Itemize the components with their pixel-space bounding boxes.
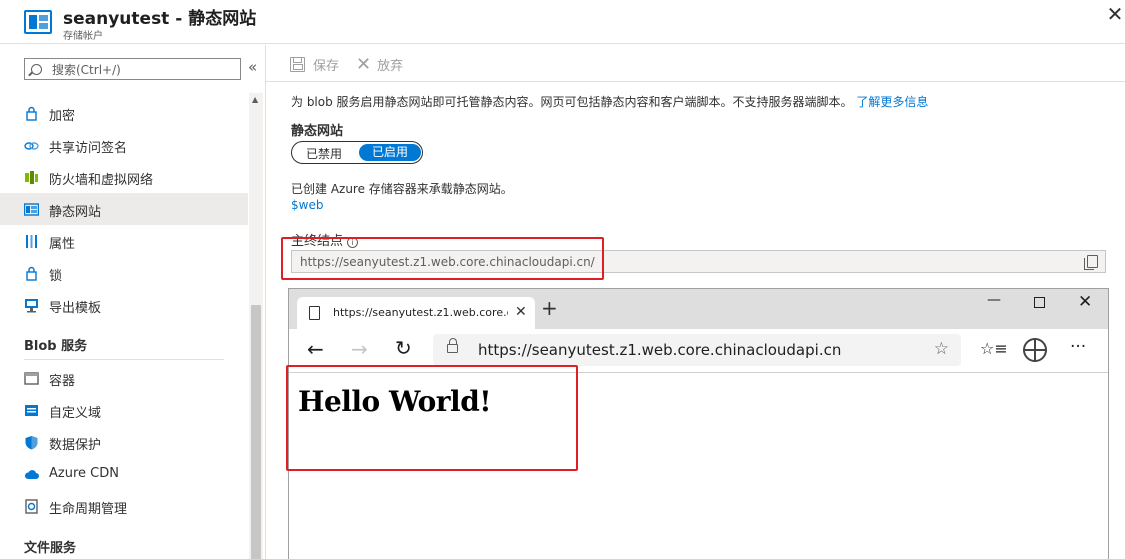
export-template-icon [25, 299, 38, 313]
sidebar-item-static-website[interactable]: 静态网站 [0, 193, 248, 225]
link-icon [24, 142, 39, 150]
tab-title: https://seanyutest.z1.web.core.chinaclou… [333, 306, 508, 319]
window-close-icon[interactable]: ✕ [1078, 292, 1092, 312]
page-title: seanyutest - 静态网站 [63, 9, 257, 29]
section-header-blob: Blob 服务 [24, 339, 88, 354]
static-website-toggle[interactable]: 已禁用 已启用 [291, 141, 423, 164]
minimize-icon[interactable]: — [987, 292, 1001, 308]
lock-icon [26, 266, 37, 281]
static-website-icon [24, 10, 52, 34]
command-bar: 保存 ✕ 放弃 [266, 45, 1125, 82]
search-icon [31, 63, 42, 75]
cloud-icon [24, 470, 39, 479]
web-container-link[interactable]: $web [291, 198, 323, 212]
page-icon [309, 306, 320, 320]
section-divider [24, 359, 224, 360]
browser-titlebar: https://seanyutest.z1.web.core.chinaclou… [289, 289, 1108, 329]
sidebar-item-containers[interactable]: 容器 [0, 362, 248, 394]
lock-icon [26, 106, 37, 121]
sidebar-item-label: 导出模板 [49, 301, 102, 316]
browser-tab[interactable]: https://seanyutest.z1.web.core.chinaclou… [297, 297, 535, 329]
search-input[interactable]: 搜索(Ctrl+/) [24, 58, 241, 80]
website-icon [24, 203, 39, 216]
sidebar-item-label: 数据保护 [49, 438, 102, 453]
learn-more-link[interactable]: 了解更多信息 [856, 95, 928, 109]
sidebar-item-lifecycle[interactable]: 生命周期管理 [0, 490, 248, 522]
highlight-box-hello [286, 365, 578, 471]
maximize-icon[interactable] [1034, 297, 1045, 308]
favorites-icon[interactable]: ☆≡ [980, 339, 1008, 358]
container-created-text: 已创建 Azure 存储容器来承载静态网站。 [291, 182, 513, 196]
toggle-enabled-option[interactable]: 已启用 [359, 144, 421, 161]
discard-button[interactable]: ✕ 放弃 [356, 54, 404, 75]
description: 为 blob 服务启用静态网站即可托管静态内容。网页可包括静态内容和客户端脚本。… [291, 93, 928, 110]
sidebar-item-label: 共享访问签名 [49, 141, 128, 156]
sidebar-item-firewall[interactable]: 防火墙和虚拟网络 [0, 161, 248, 193]
copy-icon[interactable] [1084, 255, 1098, 270]
save-button[interactable]: 保存 [290, 55, 339, 74]
back-icon[interactable]: ← [307, 337, 324, 361]
properties-icon [26, 235, 37, 248]
sidebar-item-locks[interactable]: 锁 [0, 257, 248, 289]
tab-close-icon[interactable]: ✕ [515, 304, 527, 320]
discard-label: 放弃 [377, 59, 404, 74]
sidebar-item-data-protection[interactable]: 数据保护 [0, 426, 248, 458]
sidebar-item-label: 自定义域 [49, 406, 102, 421]
sidebar-item-label: 容器 [49, 374, 76, 389]
sidebar-item-label: 加密 [49, 109, 76, 124]
favorite-star-icon[interactable]: ☆ [934, 339, 949, 359]
lifecycle-icon [25, 499, 38, 514]
sidebar: 搜索(Ctrl+/) « ▲ 加密 共享访问签名 防火墙和虚拟网络 静态网站 属… [0, 45, 266, 559]
address-url[interactable]: https://seanyutest.z1.web.core.chinaclou… [478, 341, 841, 359]
section-header-file: 文件服务 [24, 541, 77, 556]
highlight-box-endpoint [281, 237, 604, 280]
lock-icon[interactable] [447, 338, 458, 353]
scrollbar-thumb[interactable] [251, 305, 261, 559]
sidebar-item-label: 属性 [49, 237, 76, 252]
toggle-disabled-option[interactable]: 已禁用 [306, 145, 342, 162]
sidebar-item-label: 锁 [49, 269, 63, 284]
blade-header: seanyutest - 静态网站 存储帐户 ✕ [0, 0, 1125, 44]
collapse-sidebar-icon[interactable]: « [248, 58, 257, 76]
page-subtitle: 存储帐户 [63, 31, 103, 42]
sidebar-item-label: 防火墙和虚拟网络 [49, 173, 154, 188]
firewall-icon [25, 171, 38, 184]
sidebar-item-azure-cdn[interactable]: Azure CDN [0, 458, 248, 490]
scroll-up-icon[interactable]: ▲ [252, 95, 258, 104]
save-label: 保存 [313, 59, 340, 74]
sidebar-item-properties[interactable]: 属性 [0, 225, 248, 257]
sidebar-item-encryption[interactable]: 加密 [0, 97, 248, 129]
close-icon[interactable]: ✕ [1105, 4, 1125, 24]
sidebar-item-sas[interactable]: 共享访问签名 [0, 129, 248, 161]
shield-icon [25, 436, 38, 450]
discard-icon: ✕ [356, 54, 372, 75]
more-icon[interactable]: ··· [1070, 337, 1086, 357]
container-icon [24, 372, 39, 385]
custom-domain-icon [25, 405, 38, 416]
sidebar-item-label: 生命周期管理 [49, 502, 128, 517]
sidebar-item-label: Azure CDN [49, 466, 119, 481]
refresh-icon[interactable]: ↻ [395, 336, 412, 360]
save-icon [290, 57, 305, 72]
sidebar-item-export-template[interactable]: 导出模板 [0, 289, 248, 321]
sidebar-item-label: 静态网站 [49, 205, 102, 220]
profile-icon[interactable] [1023, 338, 1047, 362]
sidebar-item-custom-domain[interactable]: 自定义域 [0, 394, 248, 426]
forward-icon[interactable]: → [351, 337, 368, 361]
new-tab-icon[interactable]: + [541, 298, 558, 318]
search-placeholder: 搜索(Ctrl+/) [52, 62, 121, 77]
description-text: 为 blob 服务启用静态网站即可托管静态内容。网页可包括静态内容和客户端脚本。… [291, 95, 853, 109]
address-bar[interactable]: https://seanyutest.z1.web.core.chinaclou… [433, 334, 961, 366]
static-website-label: 静态网站 [291, 124, 344, 139]
